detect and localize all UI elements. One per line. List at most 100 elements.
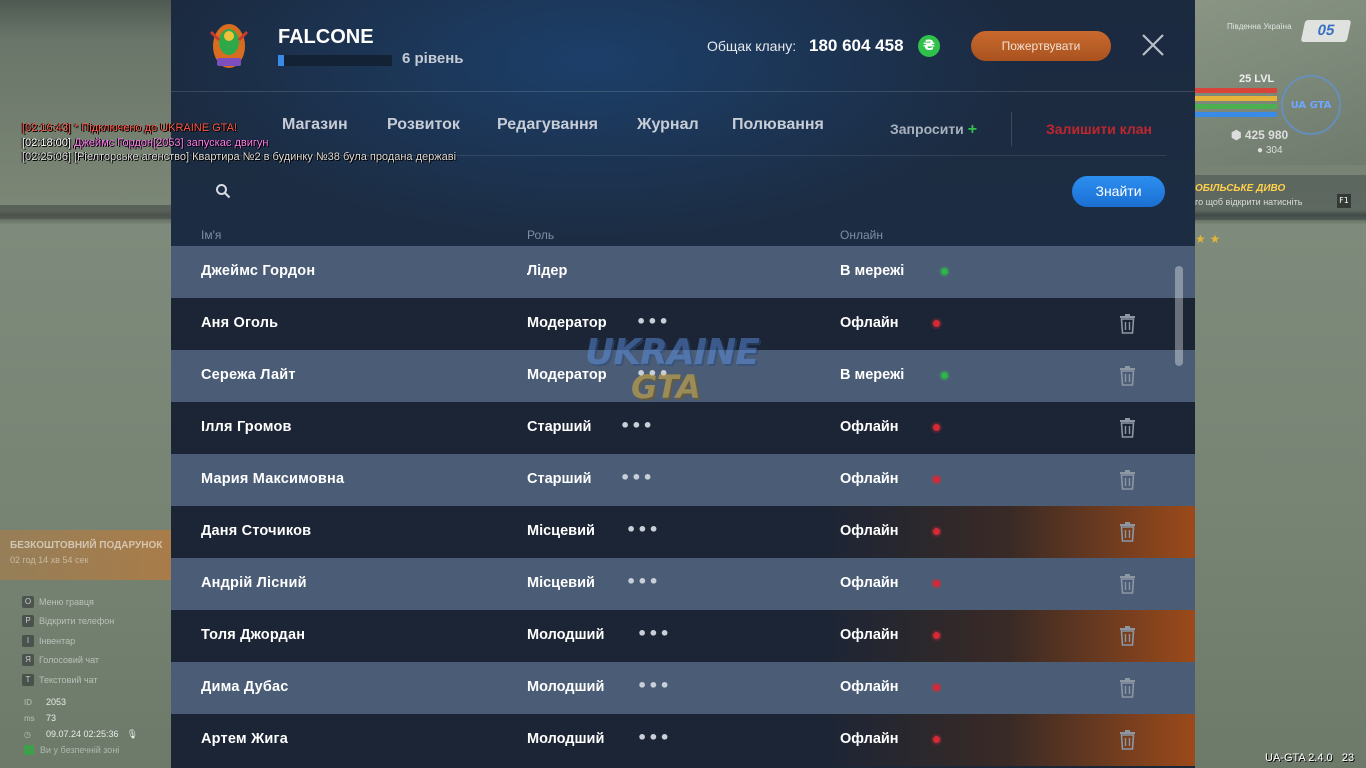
right-hud: Південна Україна 05 25 LVL UA GTA ⬢ 425 … <box>1195 0 1366 768</box>
more-dots-icon[interactable]: ••• <box>620 468 654 487</box>
offline-indicator-icon <box>933 632 940 639</box>
member-name: Аня Оголь <box>201 315 279 331</box>
member-role: Молодший <box>527 731 605 747</box>
leave-clan-button[interactable]: Залишити клан <box>1046 121 1152 137</box>
chat-line: [02:18:00] Джеймс Гордон[2053] запускає … <box>22 136 269 149</box>
member-status: Офлайн <box>840 523 899 539</box>
hotkey-item: Я Голосовий чат <box>22 651 114 671</box>
more-dots-icon[interactable]: ••• <box>636 312 670 331</box>
more-dots-icon[interactable]: ••• <box>620 416 654 435</box>
trash-icon[interactable] <box>1119 366 1136 386</box>
search-icon <box>216 184 231 199</box>
online-indicator-icon <box>941 372 948 379</box>
chat-line: [02:25:06] [Ріелторське агенство] Кварти… <box>22 151 457 163</box>
table-row[interactable]: Джеймс Гордон Лідер В мережі <box>171 246 1195 298</box>
tab-log[interactable]: Журнал <box>637 116 699 134</box>
trash-icon[interactable] <box>1119 418 1136 438</box>
hotkey-item: I Інвентар <box>22 631 114 651</box>
stat-bars <box>1195 88 1277 120</box>
table-row[interactable]: Аня Оголь Модератор ••• Офлайн <box>171 298 1195 350</box>
trash-icon[interactable] <box>1119 574 1136 594</box>
member-role: Модератор <box>527 315 607 331</box>
scrollbar[interactable] <box>1175 266 1183 366</box>
member-name: Ілля Громов <box>201 419 292 435</box>
game-version: UA-GTA 2.4.0 23 <box>1265 752 1355 764</box>
member-name: Сережа Лайт <box>201 367 296 383</box>
trash-icon[interactable] <box>1119 678 1136 698</box>
tab-hunting[interactable]: Полювання <box>732 116 824 134</box>
clan-bank-value: 180 604 458 <box>809 36 904 55</box>
trash-icon[interactable] <box>1119 470 1136 490</box>
more-dots-icon[interactable]: ••• <box>637 676 671 695</box>
member-name: Артем Жига <box>201 731 288 747</box>
clan-bank-label: Общак клану: <box>707 38 797 54</box>
invite-button[interactable]: Запросити + <box>890 121 977 139</box>
member-status: Офлайн <box>840 627 899 643</box>
tab-editing[interactable]: Редагування <box>497 116 598 134</box>
player-coins: ● 304 <box>1257 145 1283 156</box>
member-status: Офлайн <box>840 471 899 487</box>
mic-icon: 🎙 <box>126 728 139 739</box>
member-name: Андрій Лісний <box>201 575 307 591</box>
member-name: Мария Максимовна <box>201 471 345 487</box>
hryvnia-icon: ₴ <box>918 35 940 57</box>
table-row[interactable]: Андрій Лісний Місцевий ••• Офлайн <box>171 558 1195 610</box>
search-input[interactable] <box>241 178 1061 204</box>
table-row[interactable]: Даня Сточиков Місцевий ••• Офлайн <box>171 506 1195 558</box>
trash-icon[interactable] <box>1119 314 1136 334</box>
trash-icon[interactable] <box>1119 730 1136 750</box>
table-row[interactable]: Дима Дубас Молодший ••• Офлайн <box>171 662 1195 714</box>
member-status: Офлайн <box>840 575 899 591</box>
more-dots-icon[interactable]: ••• <box>636 364 670 383</box>
offline-indicator-icon <box>933 684 940 691</box>
hotkey-item: T Текстовий чат <box>22 670 114 690</box>
table-row[interactable]: Артем Жига Молодший ••• Офлайн <box>171 714 1195 766</box>
trash-icon[interactable] <box>1119 626 1136 646</box>
trash-icon[interactable] <box>1119 522 1136 542</box>
chat-line: [02:16:43] * Підключено до UKRAINE GTA! <box>22 122 237 134</box>
chat-log: [02:16:43] * Підключено до UKRAINE GTA! … <box>22 121 456 165</box>
donate-button[interactable]: Пожертвувати <box>971 31 1111 61</box>
close-icon[interactable] <box>1141 33 1165 57</box>
offline-indicator-icon <box>933 476 940 483</box>
member-status: В мережі <box>840 367 905 383</box>
find-button[interactable]: Знайти <box>1072 176 1165 207</box>
divider <box>1011 112 1012 146</box>
offline-indicator-icon <box>933 320 940 327</box>
minimap: Південна Україна 05 25 LVL UA GTA ⬢ 425 … <box>1195 0 1366 165</box>
more-dots-icon[interactable]: ••• <box>637 728 671 747</box>
member-name: Дима Дубас <box>201 679 289 695</box>
member-role: Лідер <box>527 263 568 279</box>
table-row[interactable]: Толя Джордан Молодший ••• Офлайн <box>171 610 1195 662</box>
member-status: Офлайн <box>840 679 899 695</box>
member-status: Офлайн <box>840 315 899 331</box>
table-row[interactable]: Мария Максимовна Старший ••• Офлайн <box>171 454 1195 506</box>
table-row[interactable]: Сережа Лайт Модератор ••• В мережі <box>171 350 1195 402</box>
member-status: Офлайн <box>840 419 899 435</box>
clan-header: FALCONE 6 рівень Общак клану: 180 604 45… <box>171 0 1195 92</box>
offline-indicator-icon <box>933 424 940 431</box>
player-id: 2053 <box>46 697 67 707</box>
member-role: Місцевий <box>527 523 595 539</box>
clan-level-progress <box>278 55 392 66</box>
member-role: Старший <box>527 419 592 435</box>
quest-banner: ОБІЛЬСЬКЕ ДИВО го щоб відкрити натисніть… <box>1195 175 1366 220</box>
player-level: 25 LVL <box>1239 73 1275 85</box>
offline-indicator-icon <box>933 528 940 535</box>
hotkey-item: O Меню гравця <box>22 592 114 612</box>
player-money: ⬢ 425 980 <box>1231 128 1289 142</box>
member-status: В мережі <box>840 263 905 279</box>
plus-icon: + <box>967 121 978 138</box>
quest-key: F1 <box>1337 194 1351 208</box>
datetime: 09.07.24 02:25:36 <box>46 729 119 739</box>
clan-level: 6 рівень <box>402 50 464 67</box>
more-dots-icon[interactable]: ••• <box>637 624 671 643</box>
free-gift-title: БЕЗКОШТОВНИЙ ПОДАРУНОК <box>10 540 163 551</box>
table-row[interactable]: Ілля Громов Старший ••• Офлайн <box>171 402 1195 454</box>
member-name: Даня Сточиков <box>201 523 312 539</box>
safe-zone-icon <box>24 745 34 755</box>
ping-value: 73 <box>46 713 57 723</box>
member-name: Толя Джордан <box>201 627 306 643</box>
more-dots-icon[interactable]: ••• <box>626 572 660 591</box>
more-dots-icon[interactable]: ••• <box>626 520 660 539</box>
